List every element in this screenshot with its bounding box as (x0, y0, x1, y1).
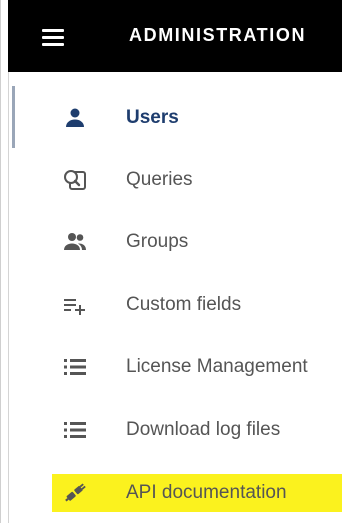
page-title: ADMINISTRATION (129, 25, 307, 45)
sidebar-item-label: License Management (126, 356, 308, 377)
sidebar-item-groups[interactable]: Groups (60, 225, 188, 259)
person-icon (60, 105, 90, 131)
sidebar-item-download-log-files[interactable]: Download log files (60, 413, 280, 447)
sidebar-item-license-management[interactable]: License Management (60, 350, 308, 384)
playlist-add-icon (60, 292, 90, 318)
active-indicator (12, 86, 15, 148)
group-icon (60, 229, 90, 255)
sidebar-item-label: Users (126, 107, 179, 128)
sidebar-item-label: Custom fields (126, 294, 242, 315)
sidebar-item-queries[interactable]: Queries (60, 163, 193, 197)
sidebar-item-custom-fields[interactable]: Custom fields (60, 288, 241, 322)
sidebar-item-label: Queries (126, 169, 193, 190)
sidebar-item-label: API documentation (126, 482, 287, 503)
sidebar-item-label: Download log files (126, 419, 281, 440)
list-icon (60, 417, 90, 443)
app-header: ADMINISTRATION (8, 0, 342, 72)
hamburger-menu-icon[interactable] (42, 29, 66, 47)
sidebar-item-api-documentation[interactable]: API documentation (60, 476, 287, 510)
plug-icon (60, 480, 90, 506)
list-icon (60, 354, 90, 380)
sidebar-item-users[interactable]: Users (60, 101, 179, 135)
query-icon (60, 167, 90, 193)
sidebar-item-label: Groups (126, 231, 189, 252)
